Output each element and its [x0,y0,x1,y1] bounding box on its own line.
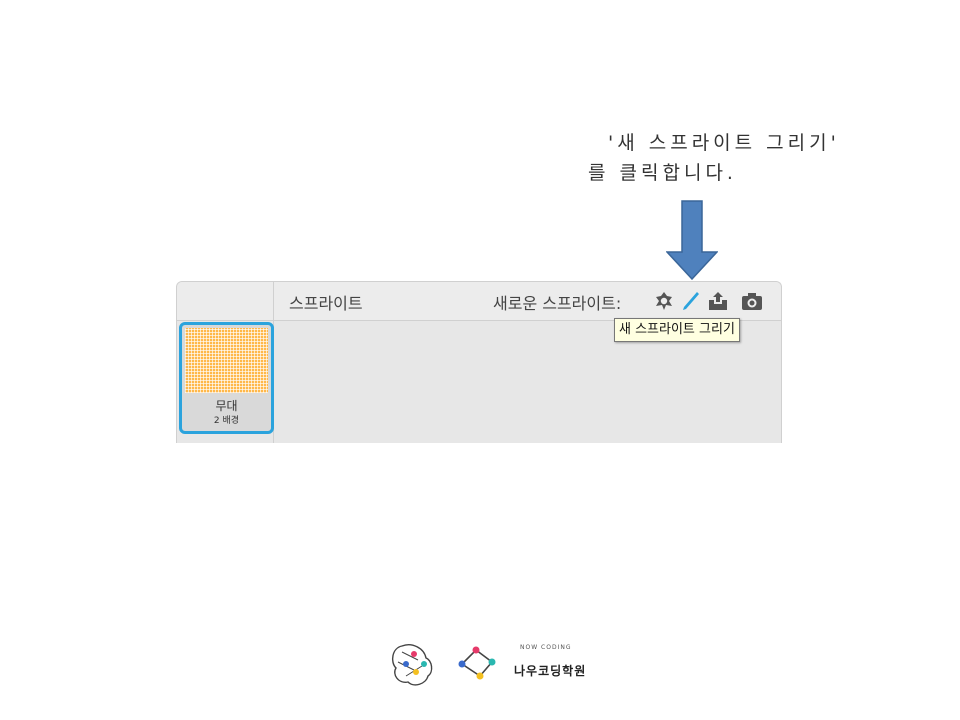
paint-sprite-tooltip: 새 스프라이트 그리기 [614,318,740,342]
paint-new-sprite-icon[interactable] [679,290,701,312]
logo-tagline: NOW CODING [520,644,572,651]
instruction-line-2: 를 클릭합니다. [588,162,737,184]
camera-sprite-icon[interactable] [741,290,763,312]
stage-thumbnail [185,328,268,393]
stage-backdrop-count: 2 배경 [213,416,240,426]
down-arrow-pointer [666,200,718,280]
instruction-callout: '새 스프라이트 그리기' 를 클릭합니다. [560,128,880,188]
logo-text: 나우코딩학원 [514,664,587,678]
academy-logo: NOW CODING 나우코딩학원 [388,640,598,690]
instruction-line-1: '새 스프라이트 그리기' [608,132,840,154]
stage-name: 무대 [215,399,238,413]
choose-sprite-from-library-icon[interactable] [653,290,675,312]
sprites-panel: 스프라이트 새로운 스프라이트: 무대 2 배경 [176,281,782,443]
stage-thumbnail-card[interactable]: 무대 2 배경 [179,322,274,434]
sprites-title: 스프라이트 [289,294,363,313]
upload-sprite-icon[interactable] [707,290,729,312]
new-sprite-label: 새로운 스프라이트: [493,294,622,313]
